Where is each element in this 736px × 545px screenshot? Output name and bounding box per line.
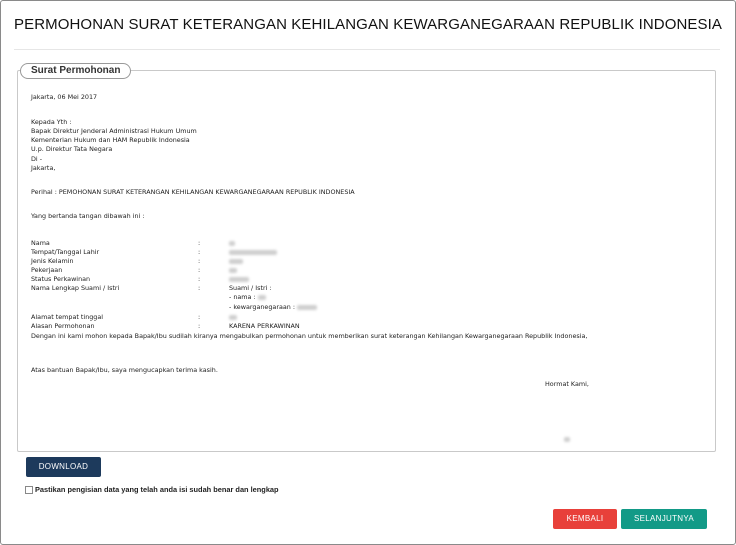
recipient-line: U.p. Direktur Tata Negara [31,145,113,153]
signature-redacted [564,435,570,443]
field-label-nama: Nama [31,239,50,247]
confirm-checkbox[interactable] [25,486,33,494]
spouse-header: Suami / Istri : [229,284,272,292]
download-button[interactable]: DOWNLOAD [26,457,101,477]
letter-signoff: Hormat Kami, [545,380,589,388]
field-colon: : [198,322,201,330]
field-label-ttl: Tempat/Tanggal Lahir [31,248,100,256]
field-colon: : [198,284,201,292]
letter-request: Dengan ini kami mohon kepada Bapak/Ibu s… [31,332,588,340]
letter-subject: Perihal : PEMOHONAN SURAT KETERANGAN KEH… [31,188,355,196]
field-value-redacted [229,257,243,265]
field-colon: : [198,257,201,265]
field-colon: : [198,266,201,274]
field-label-pekerjaan: Pekerjaan [31,266,63,274]
back-button[interactable]: KEMBALI [553,509,617,529]
recipient-line: Di - [31,155,43,163]
letter-intro: Yang bertanda tangan dibawah ini : [31,212,145,220]
field-colon: : [198,313,201,321]
recipient-line: Bapak Direktur Jenderal Administrasi Huk… [31,127,197,135]
title-divider [14,49,720,50]
letter-closing: Atas bantuan Bapak/Ibu, saya mengucapkan… [31,366,218,374]
field-label-jk: Jenis Kelamin [31,257,74,265]
spouse-citizenship: - kewarganegaraan : [229,303,318,311]
recipient-line: Jakarta, [31,164,56,172]
field-value-redacted [229,248,277,256]
field-label-alamat: Alamat tempat tinggal [31,313,104,321]
letter-date: Jakarta, 06 Mei 2017 [31,93,98,101]
field-value-redacted [229,275,249,283]
field-value-redacted [229,239,235,247]
field-colon: : [198,239,201,247]
recipient-line: Kementerian Hukum dan HAM Republik Indon… [31,136,190,144]
field-value-redacted [229,313,237,321]
recipient-line: Kepada Yth : [31,118,72,126]
confirm-checkbox-label: Pastikan pengisian data yang telah anda … [35,485,279,494]
field-value-redacted [229,266,237,274]
spouse-name: - nama : [229,293,266,301]
field-value-alasan: KARENA PERKAWINAN [229,322,300,330]
field-label-pasangan: Nama Lengkap Suami / Istri [31,284,120,292]
field-label-alasan: Alasan Permohonan [31,322,95,330]
field-colon: : [198,248,201,256]
field-label-status: Status Perkawinan [31,275,91,283]
field-colon: : [198,275,201,283]
next-button[interactable]: SELANJUTNYA [621,509,707,529]
letter-legend: Surat Permohonan [20,63,132,79]
page-title: PERMOHONAN SURAT KETERANGAN KEHILANGAN K… [14,16,722,33]
